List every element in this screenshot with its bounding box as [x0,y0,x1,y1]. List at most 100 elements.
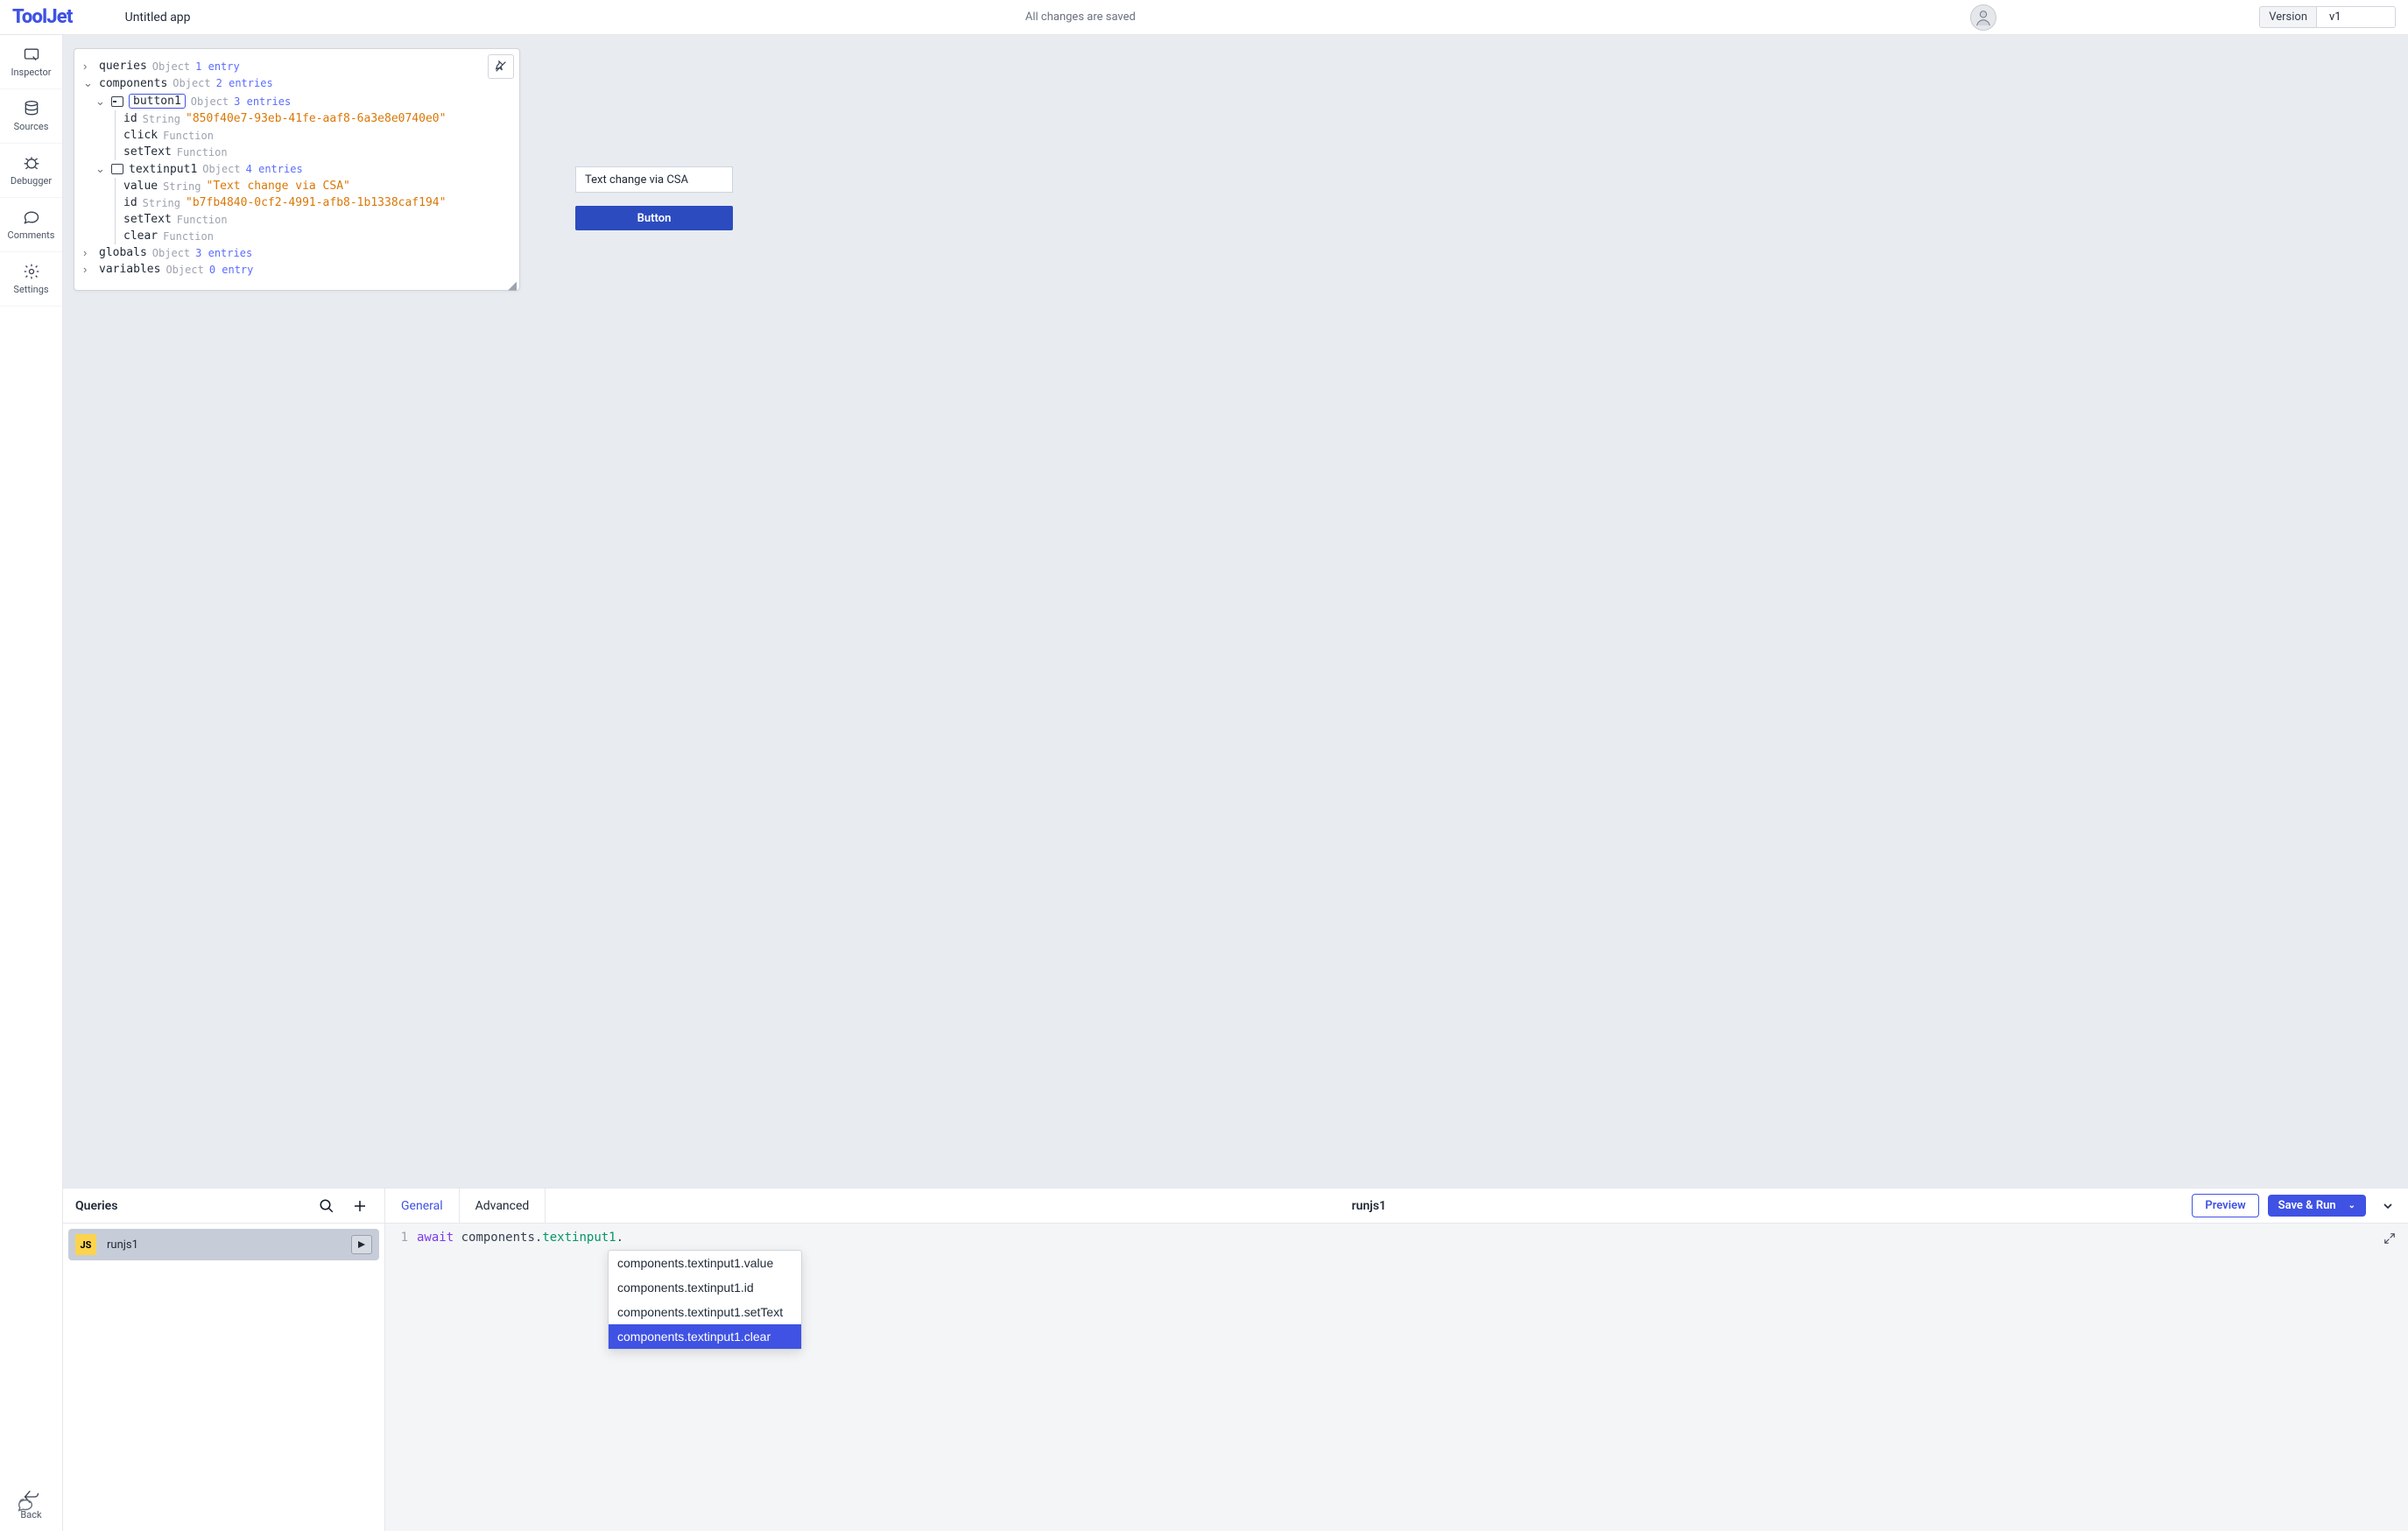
caret-down-icon[interactable]: ⌄ [95,162,106,176]
tree-type: Object [191,95,229,108]
object-node-icon [111,164,123,174]
button1-label: Button [637,212,672,225]
tree-key-highlighted: button1 [129,94,186,109]
top-bar: ToolJet Untitled app All changes are sav… [0,0,2408,35]
tree-entries: 0 entry [209,264,254,276]
chat-bubble-button[interactable] [16,1496,35,1519]
expand-editor-button[interactable] [2383,1232,2396,1248]
sidebar-item-sources[interactable]: Sources [0,89,62,144]
textinput1-widget[interactable]: Text change via CSA [575,166,733,193]
tree-row-button1-settext[interactable]: setText Function [83,144,510,160]
caret-down-icon[interactable]: ⌄ [83,76,94,90]
query-name: runjs1 [107,1238,341,1252]
tree-key: setText [123,145,172,159]
caret-down-icon[interactable]: ⌄ [95,95,106,109]
collapse-panel-button[interactable] [2375,1199,2401,1213]
tree-type: Object [173,77,210,89]
tree-type: Object [165,264,203,276]
tree-row-textinput1-settext[interactable]: setText Function [83,211,510,228]
autocomplete-option-id[interactable]: components.textinput1.id [609,1275,801,1300]
tab-general[interactable]: General [385,1189,460,1223]
tree-entries: 1 entry [195,60,240,73]
sidebar-label: Debugger [11,175,52,187]
tree-row-textinput1-value[interactable]: value String "Text change via CSA" [83,178,510,194]
sidebar-label: Settings [13,284,48,295]
comment-icon [23,208,40,226]
caret-right-icon[interactable]: › [83,60,94,73]
save-and-run-button[interactable]: Save & Run ⌄ [2268,1195,2366,1217]
tree-type: String [143,113,180,125]
autocomplete-option-settext[interactable]: components.textinput1.setText [609,1300,801,1324]
sidebar-item-comments[interactable]: Comments [0,198,62,252]
query-list: JS runjs1 [63,1224,384,1531]
tree-type: Object [152,247,190,259]
tree-row-button1-click[interactable]: click Function [83,127,510,144]
sidebar-item-settings[interactable]: Settings [0,252,62,307]
tree-key: globals [99,246,147,259]
canvas-area[interactable]: › queries Object 1 entry ⌄ components Ob… [63,35,2408,1188]
object-node-icon [111,96,123,107]
tab-advanced[interactable]: Advanced [460,1189,546,1223]
tree-type: String [143,197,180,209]
tree-key: variables [99,263,160,276]
tree-key: id [123,196,137,209]
tree-key: textinput1 [129,163,197,176]
tree-entries: 3 entries [195,247,252,259]
add-query-button[interactable] [348,1194,372,1218]
sidebar-label: Sources [14,121,49,132]
tree-key: queries [99,60,147,73]
version-selector[interactable]: Version v1 [2259,6,2396,28]
tree-row-textinput1[interactable]: ⌄ textinput1 Object 4 entries [83,160,510,178]
app-name[interactable]: Untitled app [125,11,191,25]
preview-button[interactable]: Preview [2192,1194,2258,1217]
run-query-button[interactable] [351,1235,372,1254]
sidebar-item-inspector[interactable]: Inspector [0,35,62,89]
resize-handle-icon[interactable]: ◢ [508,279,517,287]
active-query-name[interactable]: runjs1 [546,1199,2192,1213]
tree-entries: 2 entries [216,77,273,89]
tree-row-components[interactable]: ⌄ components Object 2 entries [83,74,510,92]
expand-icon [2383,1232,2396,1245]
inspector-panel[interactable]: › queries Object 1 entry ⌄ components Ob… [74,48,520,291]
tree-row-textinput1-clear[interactable]: clear Function [83,228,510,244]
bug-icon [23,154,40,172]
tree-row-textinput1-id[interactable]: id String "b7fb4840-0cf2-4991-afb8-1b133… [83,194,510,211]
save-and-run-label: Save & Run [2278,1199,2336,1212]
token-identifier: components [461,1231,535,1245]
sidebar-item-debugger[interactable]: Debugger [0,144,62,198]
version-value[interactable]: v1 [2317,6,2396,28]
autocomplete-option-value[interactable]: components.textinput1.value [609,1251,801,1275]
caret-right-icon[interactable]: › [83,246,94,259]
code-line-1[interactable]: 1 await components.textinput1. [385,1231,2408,1245]
token-dot: . [616,1231,623,1245]
tree-type: Function [163,130,214,142]
chat-icon [16,1496,35,1515]
textinput1-value: Text change via CSA [585,173,688,187]
pin-button[interactable] [488,54,514,79]
editor-column: General Advanced runjs1 Preview Save & R… [385,1189,2408,1531]
query-item-runjs1[interactable]: JS runjs1 [68,1229,379,1260]
autocomplete-popup[interactable]: components.textinput1.value components.t… [608,1250,802,1350]
tree-row-button1[interactable]: ⌄ button1 Object 3 entries [83,92,510,110]
queries-header: Queries [63,1189,384,1224]
search-icon [319,1198,334,1214]
caret-right-icon[interactable]: › [83,263,94,276]
tree-key: id [123,112,137,125]
autocomplete-option-clear[interactable]: components.textinput1.clear [609,1324,801,1349]
tree-row-queries[interactable]: › queries Object 1 entry [83,58,510,74]
tree-entries: 3 entries [234,95,291,108]
button1-widget[interactable]: Button [575,206,733,230]
token-keyword: await [417,1231,454,1245]
chevron-down-icon[interactable]: ⌄ [2348,1201,2355,1210]
tree-row-button1-id[interactable]: id String "850f40e7-93eb-41fe-aaf8-6a3e8… [83,110,510,127]
search-button[interactable] [314,1194,339,1218]
version-label: Version [2259,6,2317,28]
tree-value: "Text change via CSA" [207,180,350,193]
editor-header: General Advanced runjs1 Preview Save & R… [385,1189,2408,1224]
tree-row-globals[interactable]: › globals Object 3 entries [83,244,510,261]
tree-entries: 4 entries [246,163,303,175]
user-avatar[interactable] [1970,4,1996,31]
code-editor[interactable]: 1 await components.textinput1. component… [385,1224,2408,1531]
tree-row-variables[interactable]: › variables Object 0 entry [83,261,510,278]
save-status: All changes are saved [208,11,1954,24]
